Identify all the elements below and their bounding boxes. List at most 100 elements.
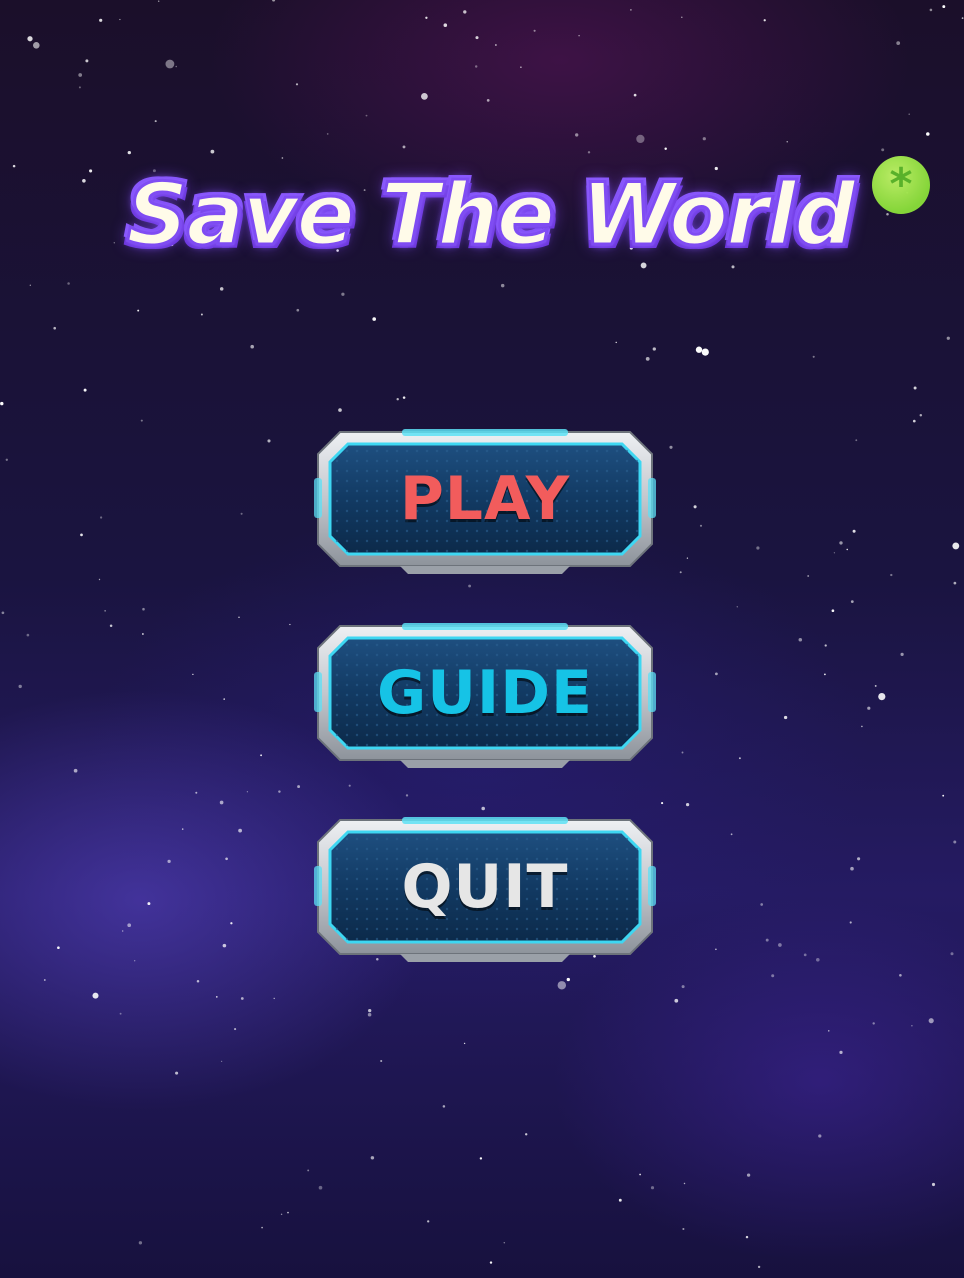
star — [812, 355, 815, 358]
star — [289, 623, 291, 626]
star — [500, 283, 505, 288]
star — [828, 1030, 830, 1032]
star — [425, 16, 428, 19]
star — [318, 1185, 323, 1190]
star — [831, 609, 835, 613]
star — [693, 505, 697, 509]
star — [681, 985, 685, 989]
star — [140, 419, 143, 422]
star — [85, 59, 89, 63]
guide-button-label: GUIDE — [376, 658, 594, 728]
star — [83, 388, 87, 392]
main-menu: PLAY GUIDE QUIT — [312, 426, 658, 1008]
star — [578, 34, 580, 37]
star — [872, 1022, 875, 1025]
star — [950, 952, 954, 956]
star — [78, 73, 83, 77]
star — [280, 1213, 283, 1216]
star — [633, 93, 637, 97]
star — [683, 1182, 686, 1185]
star — [946, 336, 950, 340]
star — [824, 673, 826, 676]
guide-button[interactable]: GUIDE — [312, 620, 658, 770]
star — [807, 575, 810, 577]
star — [899, 974, 902, 977]
star — [783, 715, 788, 720]
star — [119, 1012, 122, 1015]
star — [850, 866, 854, 871]
star — [157, 0, 160, 2]
star — [763, 19, 766, 22]
star — [850, 600, 854, 603]
star — [220, 1060, 223, 1063]
star — [695, 346, 703, 353]
star — [33, 42, 40, 49]
star — [824, 644, 827, 647]
quit-button-label: QUIT — [401, 852, 569, 922]
title-banner: Save The World — [50, 150, 930, 280]
star — [961, 17, 964, 19]
star — [238, 828, 242, 833]
star — [99, 516, 103, 519]
star — [307, 1169, 310, 1172]
star — [175, 1071, 179, 1075]
star — [27, 36, 33, 42]
star — [396, 398, 399, 401]
star — [833, 552, 836, 554]
star — [682, 1227, 685, 1231]
star — [175, 65, 177, 68]
star — [326, 133, 329, 135]
star — [427, 1220, 430, 1223]
star — [80, 533, 83, 537]
star — [296, 308, 300, 312]
star — [240, 512, 243, 515]
star — [771, 974, 775, 978]
star — [246, 791, 249, 793]
star — [803, 953, 807, 957]
star — [142, 633, 144, 635]
star — [147, 902, 151, 906]
play-button[interactable]: PLAY — [312, 426, 658, 576]
star — [165, 59, 175, 69]
star — [57, 946, 60, 950]
star — [645, 357, 650, 361]
star — [746, 1173, 751, 1177]
star — [443, 23, 448, 27]
star — [926, 132, 930, 136]
star — [685, 802, 690, 807]
star — [474, 65, 478, 68]
star — [520, 66, 522, 68]
star — [849, 921, 852, 924]
star — [223, 698, 225, 700]
star — [699, 524, 703, 527]
star — [852, 529, 856, 533]
star — [67, 282, 70, 285]
star — [575, 133, 579, 137]
star — [104, 610, 106, 612]
star — [839, 541, 843, 545]
star — [715, 672, 718, 676]
star — [715, 948, 717, 951]
star — [669, 445, 673, 449]
star — [639, 1173, 641, 1176]
star — [142, 607, 145, 611]
star — [928, 1018, 934, 1024]
star — [736, 606, 738, 608]
star — [636, 134, 645, 144]
star — [250, 344, 254, 349]
asterisk-badge-icon[interactable]: * — [872, 156, 930, 214]
star — [953, 581, 957, 585]
star — [652, 347, 656, 351]
star — [137, 309, 140, 312]
star — [479, 1157, 483, 1160]
star — [287, 1211, 289, 1214]
star — [261, 1226, 263, 1229]
star — [272, 0, 276, 2]
quit-button[interactable]: QUIT — [312, 814, 658, 964]
star — [402, 396, 406, 399]
star — [486, 99, 490, 102]
star — [701, 348, 709, 356]
star — [230, 922, 233, 925]
star — [122, 930, 124, 932]
star — [297, 785, 301, 789]
